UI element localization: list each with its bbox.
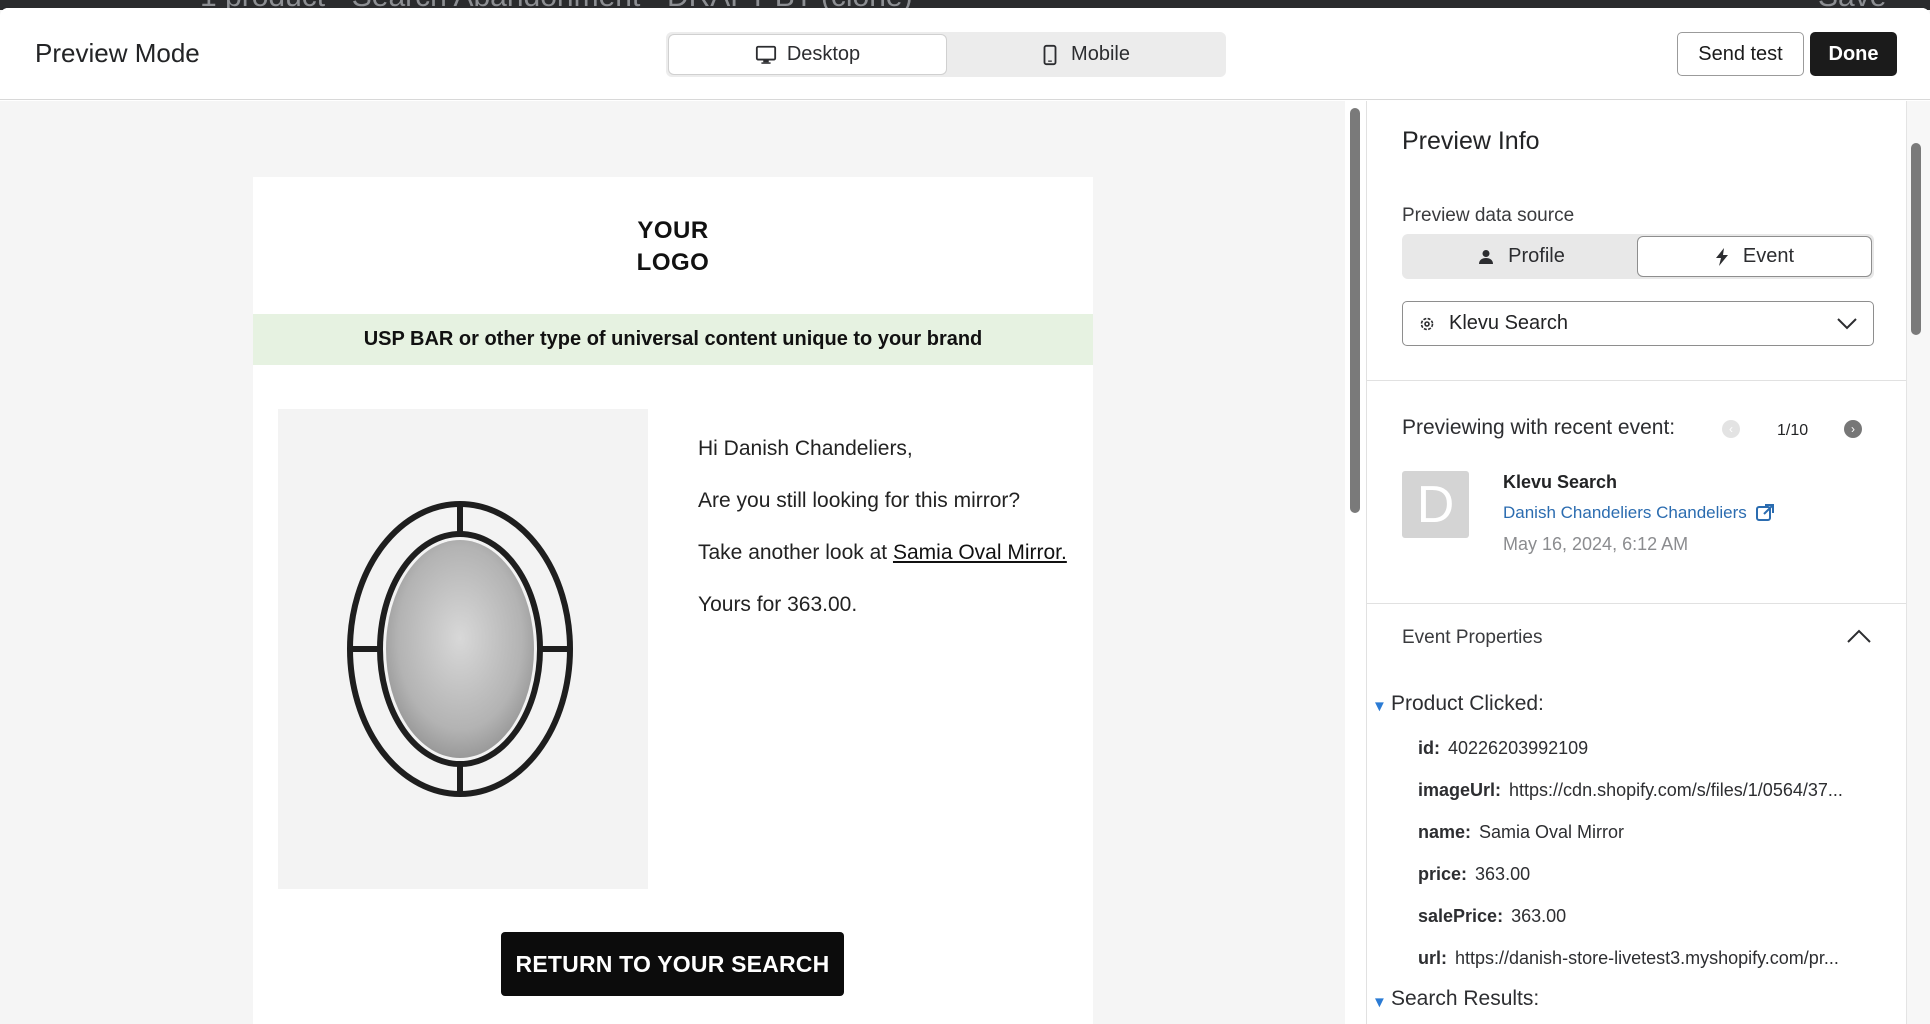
property-row: salePrice: 363.00 [1418,906,1868,927]
email-preview-area: YOUR LOGO USP BAR or other type of unive… [0,101,1345,1024]
property-key: id: [1418,738,1440,759]
page-title: Preview Mode [35,38,200,68]
gear-icon [1420,317,1434,330]
chevron-up-icon [1847,629,1871,643]
expand-triangle-icon[interactable]: ▼ [1372,994,1387,1011]
email-price-line: Yours for 363.00. [698,593,858,616]
logo-line-2: LOGO [636,249,710,276]
preview-info-panel: Preview Info Preview data source Profile… [1366,101,1906,1024]
property-value: Samia Oval Mirror [1479,822,1625,842]
logo-line-1: YOUR [637,217,709,244]
property-key: price: [1418,864,1468,885]
property-value: 363.00 [1475,864,1531,884]
email-logo: YOUR LOGO [253,215,1093,279]
chevron-right-icon: › [1851,422,1855,436]
tab-desktop-label: Desktop [786,43,861,65]
profile-link-label: Danish Chandeliers Chandeliers [1503,503,1747,522]
expand-triangle-icon[interactable]: ▼ [1372,698,1387,715]
bolt-icon [1715,247,1728,266]
collapse-properties-button[interactable] [1847,629,1871,648]
tab-mobile[interactable]: Mobile [946,35,1223,74]
previous-event-button[interactable]: ‹ [1722,420,1740,438]
event-name: Klevu Search [1503,472,1618,492]
usp-bar: USP BAR or other type of universal conte… [253,314,1093,365]
property-row: imageUrl: https://cdn.shopify.com/s/files… [1418,780,1868,801]
person-icon [1479,249,1494,264]
external-link-icon [1755,504,1774,521]
metric-select[interactable]: Klevu Search [1402,301,1874,346]
email-look-prefix: Take another look at [698,541,893,564]
desktop-icon [755,45,776,64]
modal-header: Preview Mode Desktop Mobile Send test Do… [0,8,1930,100]
send-test-button[interactable]: Send test [1677,32,1804,76]
preview-modal: Preview Mode Desktop Mobile Send test Do… [0,8,1930,1024]
avatar: D [1402,471,1469,538]
profile-link[interactable]: Danish Chandeliers Chandeliers [1503,503,1775,523]
property-key: name: [1418,822,1472,843]
chevron-down-icon [1837,317,1857,329]
divider [1367,603,1906,604]
done-button[interactable]: Done [1810,32,1897,76]
tab-mobile-label: Mobile [1071,43,1130,65]
property-key: url: [1418,948,1447,969]
tab-event-label: Event [1742,245,1795,267]
property-value: 40226203992109 [1448,738,1589,758]
mirror-image [347,501,573,797]
property-key: salePrice: [1418,906,1504,927]
property-key: imageUrl: [1418,780,1502,801]
email-look-line: Take another look at Samia Oval Mirror. [698,539,1078,566]
product-link[interactable]: Samia Oval Mirror. [893,541,1067,564]
divider [1367,380,1906,381]
email-greeting: Hi Danish Chandeliers, [698,437,913,460]
mobile-icon [1043,44,1057,65]
search-results-label: Search Results: [1391,987,1540,1010]
panel-title: Preview Info [1402,127,1540,155]
metric-select-value: Klevu Search [1449,312,1568,334]
property-value: https://cdn.shopify.com/s/files/1/0564/3… [1509,780,1843,800]
property-value: https://danish-store-livetest3.myshopify… [1455,948,1839,968]
email-body: Hi Danish Chandeliers, Are you still loo… [698,435,1078,643]
chevron-left-icon: ‹ [1729,422,1733,436]
product-image [278,409,648,889]
tab-profile-label: Profile [1508,245,1565,267]
property-row: id: 40226203992109 [1418,738,1868,759]
tab-desktop[interactable]: Desktop [669,35,946,74]
product-clicked-label: Product Clicked: [1391,692,1544,715]
property-row: url: https://danish-store-livetest3.mysho… [1418,948,1868,969]
next-event-button[interactable]: › [1844,420,1862,438]
event-date: May 16, 2024, 6:12 AM [1503,534,1689,554]
email-question: Are you still looking for this mirror? [698,489,1021,512]
panel-scrollbar[interactable] [1911,143,1921,335]
event-counter: 1/10 [1777,422,1809,439]
property-row: price: 363.00 [1418,864,1868,885]
tab-profile[interactable]: Profile [1405,237,1638,276]
email-preview: YOUR LOGO USP BAR or other type of unive… [253,177,1093,1024]
property-value: 363.00 [1511,906,1567,926]
recent-event-label: Previewing with recent event: [1402,416,1676,439]
tab-event[interactable]: Event [1638,237,1871,276]
device-toggle: Desktop Mobile [666,32,1226,77]
data-source-label: Preview data source [1402,205,1575,226]
data-source-toggle: Profile Event [1402,234,1874,279]
preview-scrollbar[interactable] [1350,108,1360,513]
event-properties-title: Event Properties [1402,627,1543,648]
property-row: name: Samia Oval Mirror [1418,822,1868,843]
return-to-search-button[interactable]: RETURN TO YOUR SEARCH [501,932,844,996]
